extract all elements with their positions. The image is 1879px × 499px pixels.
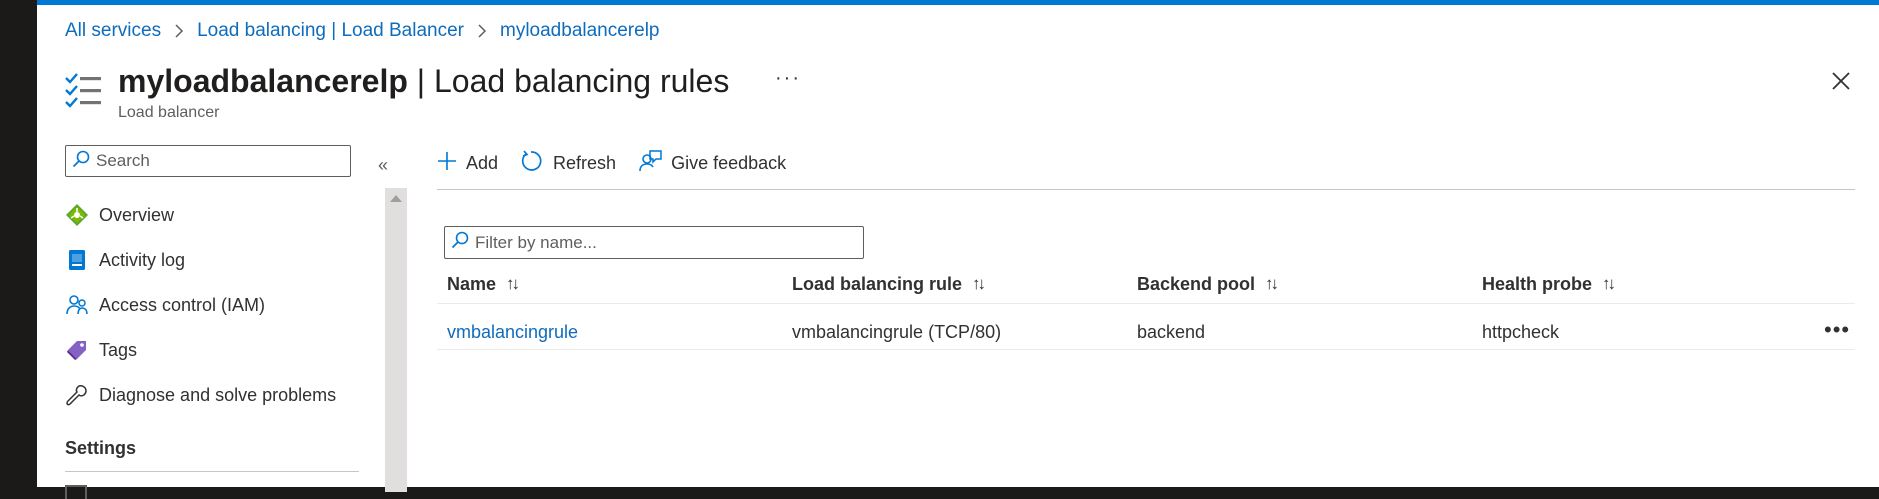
column-header-label: Load balancing rule — [792, 273, 963, 294]
chevron-right-icon — [477, 24, 487, 38]
row-more-options-icon[interactable]: ••• — [1824, 317, 1850, 343]
row-divider — [437, 349, 1855, 350]
command-bar-divider — [437, 189, 1855, 190]
sidebar-item-label: Overview — [99, 204, 175, 225]
column-header-label: Backend pool — [1137, 273, 1256, 294]
search-icon — [72, 150, 90, 173]
sort-icon[interactable]: ↑↓ — [1602, 274, 1616, 294]
command-bar: Add Refresh Give feedback — [437, 146, 808, 180]
section-divider — [65, 471, 359, 472]
refresh-label: Refresh — [553, 152, 617, 173]
sidebar-item-overview[interactable]: Overview — [65, 198, 174, 232]
page-section-title: Load balancing rules — [433, 63, 730, 99]
scroll-up-icon[interactable] — [390, 195, 402, 202]
sort-icon[interactable]: ↑↓ — [1265, 274, 1279, 294]
sort-icon[interactable]: ↑↓ — [506, 274, 520, 294]
tag-icon — [65, 338, 89, 362]
breadcrumb-resource[interactable]: myloadbalancerelp — [500, 20, 660, 42]
chevron-right-icon — [174, 24, 184, 38]
breadcrumb-load-balancing[interactable]: Load balancing | Load Balancer — [197, 20, 464, 42]
more-options-button[interactable]: ··· — [775, 67, 801, 90]
sidebar-item-diagnose[interactable]: Diagnose and solve problems — [65, 378, 336, 412]
left-window-edge — [0, 0, 37, 487]
sidebar-item-label: Access control (IAM) — [99, 294, 266, 315]
resource-type: Load balancer — [118, 104, 220, 121]
feedback-icon — [638, 149, 662, 178]
sidebar-scrollbar[interactable] — [385, 188, 407, 492]
refresh-icon — [520, 149, 544, 178]
blade: All services Load balancing | Load Balan… — [37, 5, 1879, 499]
checklist-icon — [65, 71, 101, 111]
give-feedback-button[interactable]: Give feedback — [638, 149, 786, 178]
page-title: myloadbalancerelp | Load balancing rules — [118, 63, 730, 99]
rule-name-link[interactable]: vmbalancingrule — [447, 319, 578, 345]
sidebar-item-access-control[interactable]: Access control (IAM) — [65, 288, 265, 322]
sidebar-item-label: Tags — [99, 339, 138, 360]
rule-cell: vmbalancingrule (TCP/80) — [792, 321, 1002, 342]
health-probe-cell: httpcheck — [1482, 321, 1560, 342]
header-divider — [437, 303, 1855, 304]
access-control-icon — [65, 293, 89, 317]
plus-icon — [437, 151, 457, 176]
column-header-rule[interactable]: Load balancing rule ↑↓ — [792, 271, 986, 297]
wrench-icon — [65, 383, 89, 407]
filter-input[interactable] — [475, 232, 855, 253]
search-input[interactable] — [96, 151, 336, 171]
close-icon[interactable] — [1827, 67, 1855, 95]
settings-item-icon — [65, 485, 87, 499]
sidebar-item-activity-log[interactable]: Activity log — [65, 243, 185, 277]
add-label: Add — [466, 152, 499, 173]
filter-box[interactable] — [444, 226, 864, 259]
activity-log-icon — [65, 248, 89, 272]
backend-pool-cell: backend — [1137, 321, 1206, 342]
column-header-label: Health probe — [1482, 273, 1593, 294]
breadcrumb-all-services[interactable]: All services — [65, 20, 161, 42]
search-icon — [451, 231, 469, 254]
column-header-name[interactable]: Name ↑↓ — [447, 271, 520, 297]
sort-icon[interactable]: ↑↓ — [972, 274, 986, 294]
column-header-backend-pool[interactable]: Backend pool ↑↓ — [1137, 271, 1279, 297]
add-button[interactable]: Add — [437, 151, 498, 176]
sidebar-item-tags[interactable]: Tags — [65, 333, 137, 367]
sidebar-section-settings: Settings — [65, 438, 137, 458]
resource-name: myloadbalancerelp — [118, 63, 408, 99]
refresh-button[interactable]: Refresh — [520, 149, 616, 178]
sidebar-item-label: Activity log — [99, 249, 186, 270]
breadcrumb: All services Load balancing | Load Balan… — [65, 19, 660, 43]
column-header-label: Name — [447, 273, 497, 294]
column-header-health-probe[interactable]: Health probe ↑↓ — [1482, 271, 1616, 297]
sidebar-search[interactable] — [65, 145, 351, 177]
give-feedback-label: Give feedback — [671, 152, 787, 173]
collapse-sidebar-icon[interactable]: « — [378, 155, 388, 176]
overview-icon — [65, 203, 89, 227]
sidebar-item-label: Diagnose and solve problems — [99, 384, 337, 405]
